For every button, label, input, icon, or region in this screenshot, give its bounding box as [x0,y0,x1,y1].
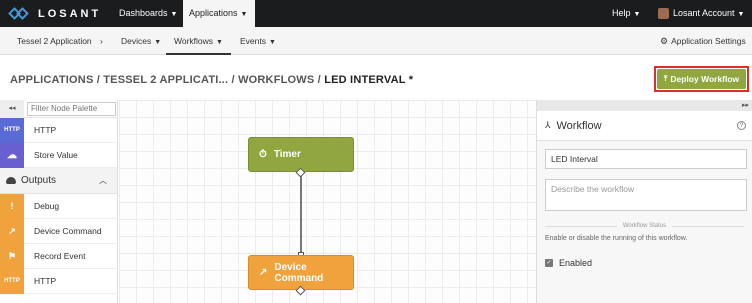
cloud-upload-icon: ☁ [0,142,24,168]
stopwatch-icon: ⏱ [259,149,267,160]
palette-node-http-trigger[interactable]: HTTP HTTP [0,117,117,143]
timer-node-label: Timer [273,149,301,160]
caret-down-icon: ▼ [170,11,178,18]
workflow-status-divider: Workflow Status [545,223,744,229]
arrow-up-right-icon: ↗ [259,267,268,278]
nav-applications-label: Applications [189,8,238,18]
logo-icon [8,7,30,20]
nav-dashboards-label: Dashboards [119,8,168,18]
enabled-checkbox[interactable]: ✓ [545,259,553,267]
help-icon[interactable]: ? [737,121,746,130]
gear-icon: ⚙ [660,36,669,46]
caret-down-icon: ▼ [240,11,248,18]
palette-node-label: Record Event [34,251,86,261]
breadcrumb-applications[interactable]: APPLICATIONS [10,74,93,86]
device-command-node-label: Device Command [274,261,324,284]
nav-applications[interactable]: Applications ▼ [183,0,255,27]
subnav-app-name[interactable]: Tessel 2 Application › [17,27,103,55]
palette-node-store-value[interactable]: ☁ Store Value [0,142,117,168]
enabled-checkbox-row[interactable]: ✓ Enabled [545,258,744,268]
application-settings-link[interactable]: ⚙ Application Settings [660,27,746,55]
breadcrumb-separator: / [314,74,325,86]
palette-node-label: Device Command [34,226,102,236]
caret-down-icon: ▼ [633,11,641,18]
breadcrumb-current: LED INTERVAL * [324,74,414,86]
breadcrumb-application[interactable]: TESSEL 2 APPLICATI... [103,74,228,86]
subnav-workflows-label: Workflows [174,36,214,46]
caret-down-icon: ▼ [737,11,745,18]
node-palette: ◂◂ HTTP HTTP ☁ Store Value Outputs ︿ ! D… [0,99,118,303]
collapse-palette-icon[interactable]: ◂◂ [0,99,24,118]
panel-body: LED Interval Describe the workflow Workf… [537,141,752,276]
palette-node-record-event[interactable]: ⚑ Record Event [0,243,117,269]
deploy-highlight: ⤒ Deploy Workflow [654,66,749,92]
workflow-canvas[interactable]: ⏱ Timer ↗ Device Command [119,100,536,303]
breadcrumb-separator: / [93,74,104,86]
app-name-label: Tessel 2 Application [17,36,92,46]
nav-dashboards[interactable]: Dashboards ▼ [113,0,183,27]
cloud-icon [6,177,16,184]
chevron-up-icon: ︿ [99,176,107,185]
panel-title: Workflow [556,119,602,132]
expand-panel-icon[interactable]: ▸▸ [537,100,752,111]
subnav-events-label: Events [240,36,266,46]
workflow-status-header: Workflow Status [622,223,667,229]
divider-line [545,225,617,227]
timer-node[interactable]: ⏱ Timer [248,137,354,172]
app-subnav: Tessel 2 Application › Devices ▼ Workflow… [0,27,752,55]
chevron-right-icon: › [100,36,103,46]
palette-node-label: Store Value [34,150,78,160]
subnav-devices[interactable]: Devices ▼ [121,27,161,55]
palette-section-outputs[interactable]: Outputs ︿ [0,168,117,194]
http-icon: HTTP [0,268,24,294]
http-icon: HTTP [0,117,24,143]
palette-node-debug[interactable]: ! Debug [0,193,117,219]
palette-node-label: HTTP [34,276,57,286]
breadcrumb-workflows[interactable]: WORKFLOWS [238,74,314,86]
deploy-workflow-label: Deploy Workflow [670,74,740,84]
palette-node-device-command[interactable]: ↗ Device Command [0,218,117,244]
enabled-label: Enabled [559,258,593,268]
caret-down-icon: ▼ [269,39,276,46]
losant-logo[interactable]: LOSANT [8,6,102,21]
workflow-properties-panel: ▸▸ ⅄ Workflow ? LED Interval Describe th… [536,100,752,303]
subnav-devices-label: Devices [121,36,152,46]
workflow-icon: ⅄ [545,120,551,130]
subnav-workflows[interactable]: Workflows ▼ [166,27,231,55]
panel-header: ⅄ Workflow ? [537,111,752,141]
nav-help[interactable]: Help ▼ [606,0,646,27]
deploy-workflow-button[interactable]: ⤒ Deploy Workflow [657,69,746,89]
breadcrumb-separator: / [228,74,239,86]
avatar [658,8,669,20]
device-command-node[interactable]: ↗ Device Command [248,255,354,290]
application-settings-label: Application Settings [671,36,746,46]
palette-node-label: HTTP [34,125,57,135]
nav-help-label: Help [612,8,631,18]
breadcrumb: APPLICATIONS / TESSEL 2 APPLICATI... / W… [10,74,413,86]
debug-icon: ! [0,193,24,219]
caret-down-icon: ▼ [154,39,162,46]
nav-account[interactable]: Losant Account ▼ [652,0,750,27]
flag-icon: ⚑ [0,243,24,269]
upload-icon: ⤒ [663,74,668,83]
workflow-name-input[interactable]: LED Interval [545,149,747,169]
arrow-up-right-icon: ↗ [0,218,24,244]
palette-toolbar: ◂◂ [0,99,117,118]
palette-node-http-output[interactable]: HTTP HTTP [0,268,117,294]
subnav-events[interactable]: Events ▼ [240,27,276,55]
filter-node-palette-input[interactable] [27,101,116,116]
top-nav: LOSANT Dashboards ▼ Applications ▼ Help ▼ L… [0,0,752,27]
nav-account-label: Losant Account [673,8,735,18]
divider-line [672,225,744,227]
logo-text: LOSANT [38,7,102,20]
workflow-description-input[interactable]: Describe the workflow [545,179,747,211]
palette-node-label: Debug [34,201,60,211]
connection-wire[interactable] [300,174,302,254]
palette-section-label: Outputs [21,175,57,186]
workflow-status-help: Enable or disable the running of this wo… [545,235,688,242]
caret-down-icon: ▼ [216,39,223,46]
